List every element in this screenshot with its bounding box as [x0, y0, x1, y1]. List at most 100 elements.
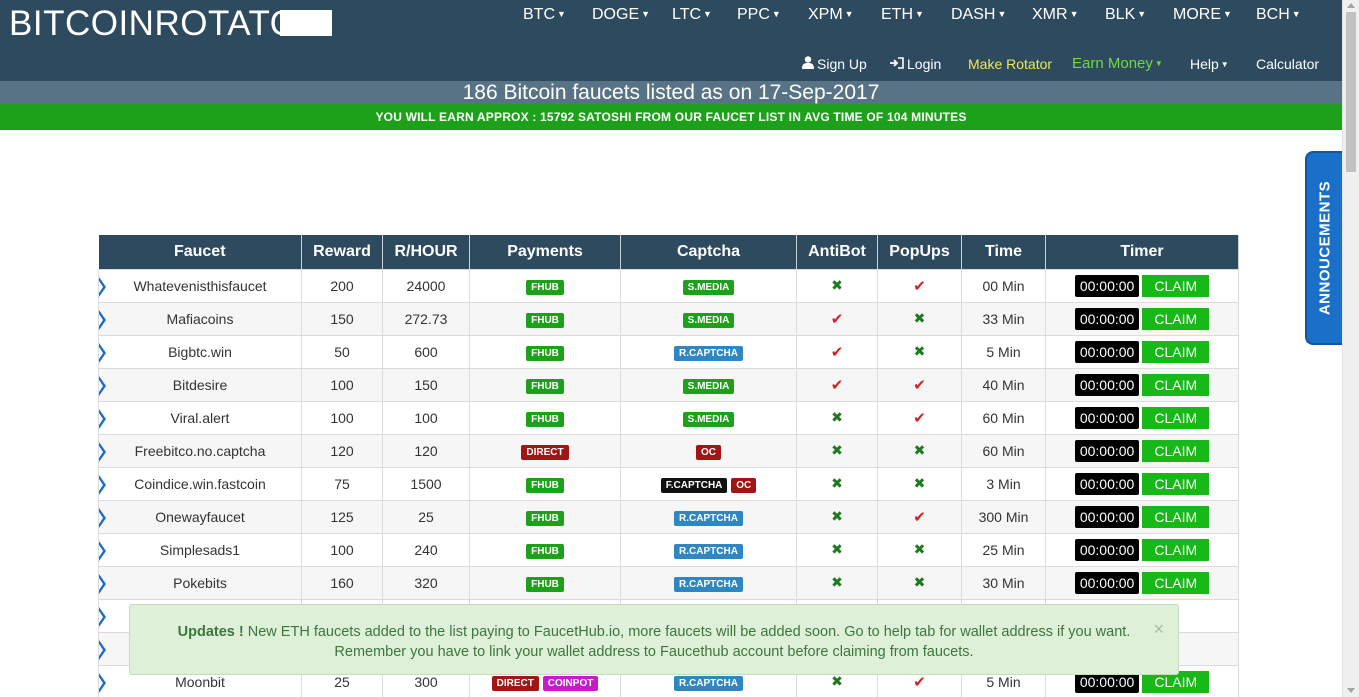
faucet-name[interactable]: Simplesads1: [160, 542, 240, 558]
column-header[interactable]: AntiBot: [796, 235, 878, 269]
payments-cell: FHUB: [469, 565, 621, 600]
popups-cell: ✖: [877, 466, 962, 501]
coin-menu-more[interactable]: MORE ▼: [1173, 6, 1232, 24]
claim-button[interactable]: CLAIM: [1142, 340, 1210, 363]
payment-badge: FHUB: [526, 411, 564, 427]
faucet-cell[interactable]: Onewayfaucet: [98, 499, 302, 534]
close-icon[interactable]: ×: [1153, 619, 1164, 639]
rhour-cell: 320: [382, 565, 470, 600]
reward-cell: 160: [301, 565, 383, 600]
caret-down-icon: ▼: [1154, 59, 1163, 68]
chevron-right-icon[interactable]: [99, 672, 106, 693]
column-header[interactable]: Time: [961, 235, 1046, 269]
payments-cell: FHUB: [469, 367, 621, 402]
column-header[interactable]: Faucet: [98, 235, 302, 269]
make-rotator-link[interactable]: Make Rotator: [968, 56, 1052, 72]
chevron-right-icon[interactable]: [99, 441, 106, 462]
claim-button[interactable]: CLAIM: [1142, 472, 1210, 495]
faucet-name[interactable]: Bitdesire: [173, 377, 227, 393]
chevron-right-icon[interactable]: [99, 474, 106, 495]
coin-menu-xmr[interactable]: XMR ▼: [1032, 6, 1078, 24]
chevron-right-icon[interactable]: [99, 573, 106, 594]
earn-estimate-bar: YOU WILL EARN APPROX : 15792 SATOSHI FRO…: [0, 104, 1342, 130]
faucet-name[interactable]: Pokebits: [173, 575, 227, 591]
calculator-link[interactable]: Calculator: [1256, 56, 1319, 72]
chevron-right-icon[interactable]: [99, 342, 106, 363]
faucet-cell[interactable]: Bigbtc.win: [98, 334, 302, 369]
chevron-right-icon[interactable]: [99, 276, 106, 297]
announcements-tab[interactable]: ANNOUCEMENTS: [1305, 151, 1342, 345]
claim-button[interactable]: CLAIM: [1142, 307, 1210, 330]
check-icon: ✔: [830, 376, 844, 394]
column-header[interactable]: R/HOUR: [382, 235, 470, 269]
help-menu[interactable]: Help ▼: [1190, 56, 1229, 72]
chevron-right-icon[interactable]: [99, 639, 106, 660]
chevron-right-icon[interactable]: [99, 375, 106, 396]
claim-button[interactable]: CLAIM: [1142, 406, 1210, 429]
coin-menu-bch[interactable]: BCH ▼: [1256, 6, 1301, 24]
captcha-badge: S.MEDIA: [682, 411, 735, 427]
faucet-name[interactable]: Whatevenisthisfaucet: [133, 278, 266, 294]
claim-button[interactable]: CLAIM: [1142, 571, 1210, 594]
claim-button[interactable]: CLAIM: [1142, 439, 1210, 462]
coin-menu-dash[interactable]: DASH ▼: [951, 6, 1006, 24]
chevron-right-icon[interactable]: [99, 507, 106, 528]
coin-menu-eth[interactable]: ETH ▼: [881, 6, 924, 24]
coin-menu-blk[interactable]: BLK ▼: [1105, 6, 1146, 24]
coin-menu-doge[interactable]: DOGE ▼: [592, 6, 650, 24]
table-row: Onewayfaucet 125 25 FHUB R.CAPTCHA ✖ ✔ 3…: [98, 499, 1239, 534]
claim-button[interactable]: CLAIM: [1142, 538, 1210, 561]
check-icon: ✔: [913, 376, 926, 394]
faucet-name[interactable]: Onewayfaucet: [155, 509, 245, 525]
chevron-right-icon[interactable]: [99, 540, 106, 561]
faucet-name[interactable]: Bigbtc.win: [168, 344, 232, 360]
claim-button[interactable]: CLAIM: [1142, 505, 1210, 528]
page-scrollbar[interactable]: [1342, 0, 1359, 697]
chevron-right-icon[interactable]: [99, 408, 106, 429]
chevron-right-icon[interactable]: [99, 606, 106, 627]
scroll-up-icon[interactable]: [1347, 3, 1355, 8]
payments-cell: FHUB: [469, 499, 621, 534]
coin-menu-xpm[interactable]: XPM ▼: [808, 6, 854, 24]
faucet-name[interactable]: Freebitco.no.captcha: [135, 443, 266, 459]
faucet-name[interactable]: Moonbit: [175, 674, 225, 690]
cross-icon: ✖: [831, 409, 843, 425]
faucet-cell[interactable]: Pokebits: [98, 565, 302, 600]
alert-line-1: Updates ! New ETH faucets added to the l…: [178, 624, 1131, 640]
column-header[interactable]: Reward: [301, 235, 383, 269]
login-link[interactable]: Login: [890, 56, 941, 72]
reward-cell: 120: [301, 433, 383, 468]
chevron-right-icon[interactable]: [99, 309, 106, 330]
earn-money-menu[interactable]: Earn Money ▼: [1072, 55, 1163, 72]
faucet-name[interactable]: Coindice.win.fastcoin: [134, 476, 266, 492]
scroll-thumb[interactable]: [1346, 12, 1356, 172]
faucet-cell[interactable]: Freebitco.no.captcha: [98, 433, 302, 468]
faucet-cell[interactable]: Bitdesire: [98, 367, 302, 402]
timer-cell: 00:00:00 CLAIM: [1045, 334, 1239, 369]
column-header[interactable]: Timer: [1045, 235, 1239, 269]
column-header[interactable]: PopUps: [877, 235, 962, 269]
coin-menu-ppc[interactable]: PPC ▼: [737, 6, 781, 24]
reward-cell: 100: [301, 532, 383, 567]
popups-cell: ✖: [877, 532, 962, 567]
claim-button[interactable]: CLAIM: [1142, 274, 1210, 297]
faucet-cell[interactable]: Mafiacoins: [98, 301, 302, 336]
column-header[interactable]: Payments: [469, 235, 621, 269]
faucet-cell[interactable]: Whatevenisthisfaucet: [98, 268, 302, 303]
faucet-name[interactable]: Mafiacoins: [167, 311, 234, 327]
column-header[interactable]: Captcha: [620, 235, 797, 269]
signup-link[interactable]: Sign Up: [802, 56, 867, 72]
faucet-cell[interactable]: Viral.alert: [98, 400, 302, 435]
claim-button[interactable]: CLAIM: [1142, 373, 1210, 396]
payment-badge: FHUB: [526, 477, 564, 493]
scroll-down-icon[interactable]: [1347, 688, 1355, 693]
antibot-cell: ✔: [796, 367, 878, 402]
coin-menu-btc[interactable]: BTC ▼: [523, 6, 566, 24]
faucet-cell[interactable]: Simplesads1: [98, 532, 302, 567]
faucet-name[interactable]: Viral.alert: [171, 410, 230, 426]
coin-menu-ltc[interactable]: LTC ▼: [672, 6, 712, 24]
faucet-cell[interactable]: Coindice.win.fastcoin: [98, 466, 302, 501]
rhour-cell: 24000: [382, 268, 470, 303]
caret-down-icon: ▼: [997, 9, 1007, 19]
payments-cell: FHUB: [469, 466, 621, 501]
